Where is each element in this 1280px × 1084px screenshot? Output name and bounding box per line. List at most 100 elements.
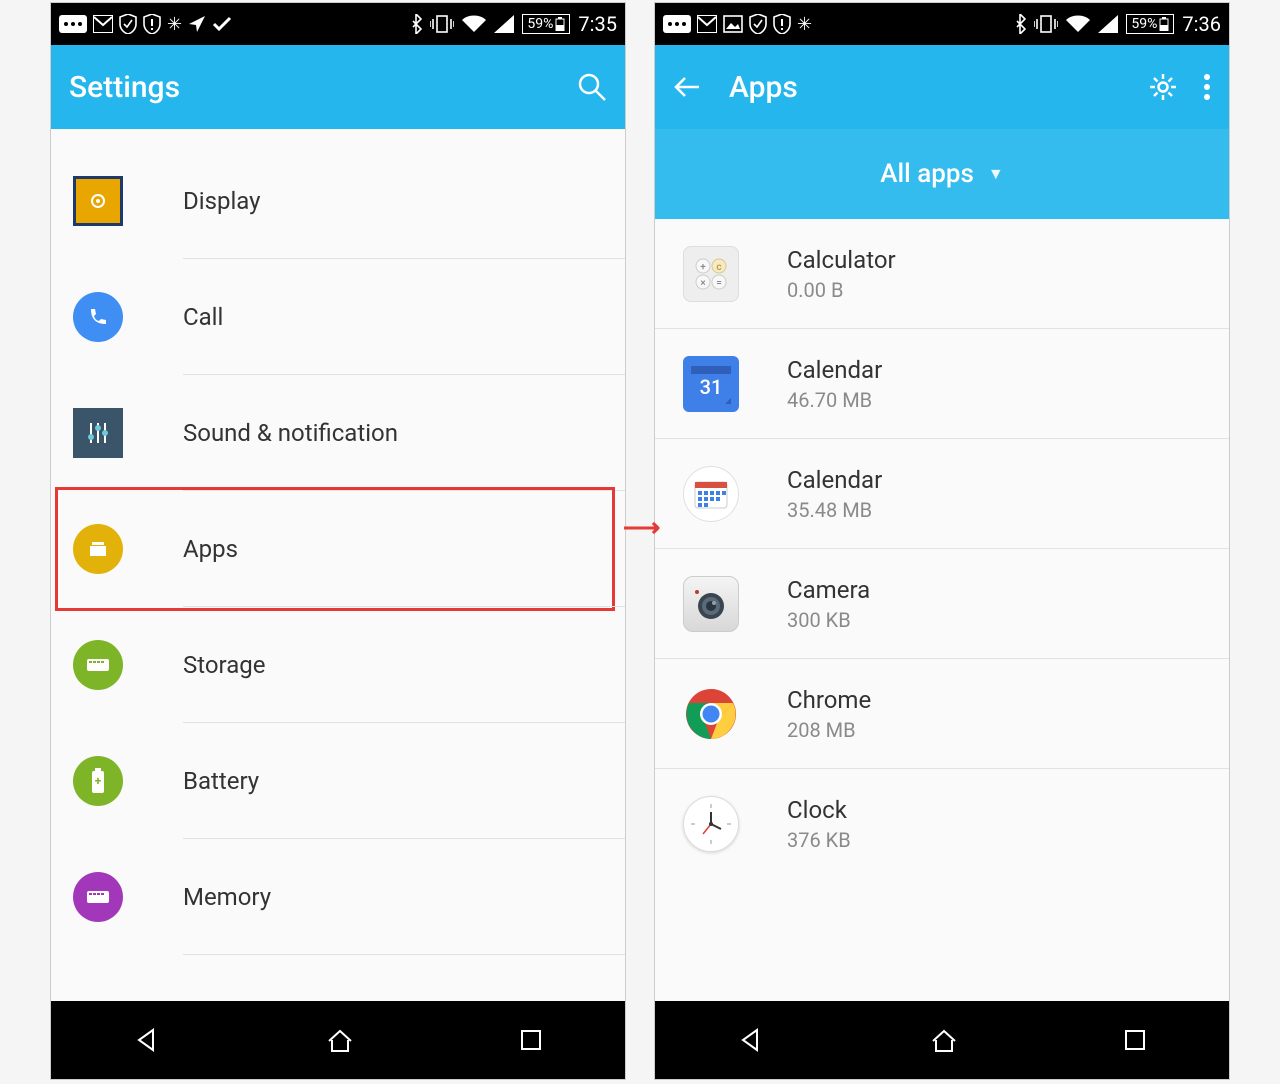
apps-list: +c×= Calculator 0.00 B 31 Calendar 46.70… [655,219,1229,1001]
shield-check-icon [749,14,767,34]
page-title: Settings [69,70,180,105]
notification-more-icon [663,15,691,33]
app-row-calculator[interactable]: +c×= Calculator 0.00 B [655,219,1229,329]
app-bar: Apps [655,45,1229,129]
clock-icon [683,796,739,852]
filter-label: All apps [880,159,974,189]
nav-back[interactable] [133,1026,161,1054]
svg-text:c: c [716,262,721,273]
wifi-icon [462,15,486,33]
display-icon [73,176,123,226]
app-row-camera[interactable]: Camera 300 KB [655,549,1229,659]
image-icon [723,15,743,33]
nav-home[interactable] [929,1027,959,1053]
apps-screen: ⟶ ✳ 59% 7:36 Apps [654,2,1230,1080]
wifi-icon [1066,15,1090,33]
svg-text:+: + [95,774,102,788]
notification-more-icon [59,15,87,33]
battery-percent: 59% [1131,16,1157,32]
status-bar: ✳ 59% 7:36 [655,3,1229,45]
settings-item-sound[interactable]: Sound & notification [51,375,625,491]
battery-icon: + [73,756,123,806]
back-button[interactable] [673,75,701,99]
settings-item-display[interactable]: Display [51,143,625,259]
nav-bar [655,1001,1229,1079]
settings-item-call[interactable]: Call [51,259,625,375]
app-size: 35.48 MB [787,498,882,522]
storage-icon [73,640,123,690]
row-label: Battery [183,767,259,795]
settings-item-storage[interactable]: Storage [51,607,625,723]
spark-icon: ✳ [167,14,182,35]
nav-recent[interactable] [1123,1028,1147,1052]
shield-check-icon [119,14,137,34]
app-row-clock[interactable]: Clock 376 KB [655,769,1229,879]
settings-gear-button[interactable] [1149,73,1177,101]
filter-dropdown[interactable]: All apps ▼ [655,129,1229,219]
battery-indicator: 59% [1126,14,1174,34]
app-row-chrome[interactable]: Chrome 208 MB [655,659,1229,769]
search-button[interactable] [577,72,607,102]
nav-recent[interactable] [519,1028,543,1052]
settings-list: Display Call Sound & notification Apps S… [51,129,625,1001]
vibrate-icon [430,14,454,34]
status-clock: 7:36 [1182,12,1221,36]
settings-item-battery[interactable]: + Battery [51,723,625,839]
app-size: 300 KB [787,608,870,632]
apps-icon [73,524,123,574]
camera-icon [683,576,739,632]
status-icons-left: ✳ [663,14,812,35]
row-label: Storage [183,651,265,679]
vibrate-icon [1034,14,1058,34]
svg-text:+: + [700,262,706,273]
app-name: Chrome [787,686,871,714]
svg-text:31: 31 [700,375,723,399]
battery-percent: 59% [527,16,553,32]
sound-icon [73,408,123,458]
shield-alert-icon [773,14,791,34]
battery-indicator: 59% [522,14,570,34]
app-name: Calendar [787,466,882,494]
svg-text:×: × [700,278,705,289]
svg-text:=: = [716,278,722,289]
status-clock: 7:35 [578,12,617,36]
signal-icon [1098,15,1118,33]
page-title: Apps [729,70,798,105]
gmail-icon [93,15,113,33]
status-icons-left: ✳ [59,14,232,35]
google-calendar-icon: 31 [683,356,739,412]
nav-home[interactable] [325,1027,355,1053]
settings-screen: ✳ 59% 7:35 [50,2,626,1080]
chrome-icon [683,686,739,742]
app-name: Calendar [787,356,882,384]
app-size: 376 KB [787,828,851,852]
app-row-calendar-google[interactable]: 31 Calendar 46.70 MB [655,329,1229,439]
row-label: Memory [183,883,271,911]
overflow-menu-button[interactable] [1203,73,1211,101]
status-icons-right: 59% 7:35 [410,12,617,36]
shield-alert-icon [143,14,161,34]
settings-item-apps[interactable]: Apps [51,491,625,607]
gmail-icon [697,15,717,33]
spark-icon: ✳ [797,14,812,35]
call-icon [73,292,123,342]
nav-back[interactable] [737,1026,765,1054]
signal-icon [494,15,514,33]
app-size: 46.70 MB [787,388,882,412]
bluetooth-icon [1014,14,1026,34]
app-name: Clock [787,796,851,824]
app-name: Calculator [787,246,896,274]
app-bar: Settings [51,45,625,129]
app-row-calendar-stock[interactable]: Calendar 35.48 MB [655,439,1229,549]
chevron-down-icon: ▼ [988,164,1004,184]
row-label: Sound & notification [183,419,398,447]
row-label: Apps [183,535,238,563]
bluetooth-icon [410,14,422,34]
app-name: Camera [787,576,870,604]
location-icon [188,15,206,33]
row-label: Display [183,187,261,215]
settings-item-memory[interactable]: Memory [51,839,625,955]
nav-bar [51,1001,625,1079]
calendar-icon [683,466,739,522]
status-bar: ✳ 59% 7:35 [51,3,625,45]
